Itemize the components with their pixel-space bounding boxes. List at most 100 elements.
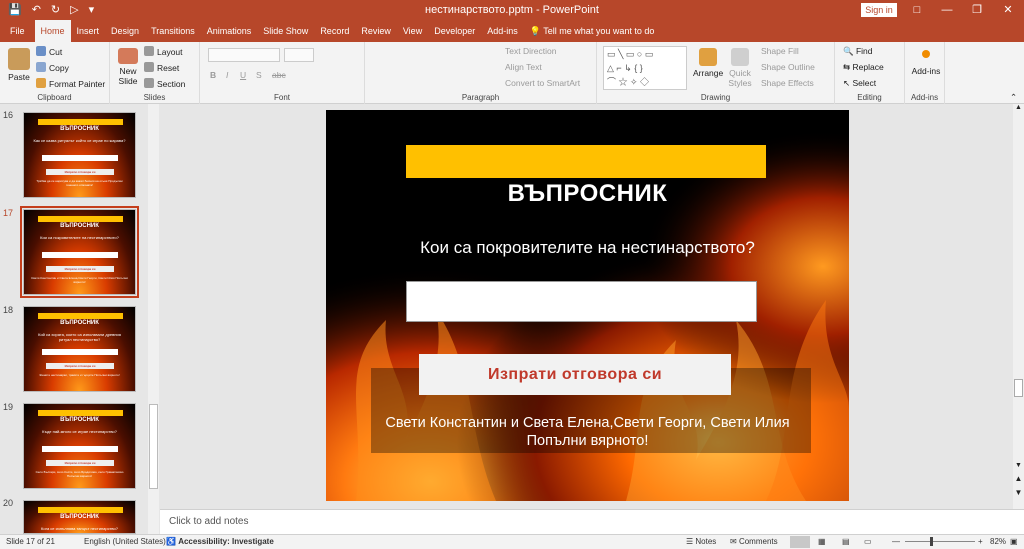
thumb-answer: Трябва да се нарисува и да кажат бесния …	[36, 179, 123, 187]
cut-button[interactable]: Cut	[36, 46, 62, 57]
normal-view-icon[interactable]	[790, 536, 810, 548]
font-name-combo[interactable]	[208, 48, 280, 62]
reset-button[interactable]: Reset	[144, 62, 179, 73]
tab-view[interactable]: View	[397, 20, 428, 42]
slide-scrollbar[interactable]: ▲ ▼ ▲ ▼	[1013, 104, 1024, 509]
collapse-ribbon-icon[interactable]: ⌃	[1010, 92, 1017, 103]
answer-input[interactable]	[406, 281, 757, 322]
thumb-button: Изпрати отговора си	[46, 460, 114, 466]
align-text-button[interactable]: Align Text	[505, 62, 542, 72]
slide-thumbnail-17[interactable]: ВЪПРОСНИК Кои са покровителите на нестин…	[20, 206, 139, 298]
tab-add-ins[interactable]: Add-ins	[481, 20, 524, 42]
section-icon	[144, 78, 154, 88]
new-slide-button[interactable]: New Slide	[114, 48, 142, 86]
thumb-number: 18	[3, 305, 14, 315]
bold-icon[interactable]: B	[210, 70, 216, 80]
restore-icon[interactable]: ❐	[962, 0, 992, 20]
copy-button[interactable]: Copy	[36, 62, 69, 73]
addins-button[interactable]: Add-ins	[909, 48, 943, 76]
next-slide-icon[interactable]: ▼	[1013, 488, 1024, 500]
tab-design[interactable]: Design	[105, 20, 145, 42]
copy-icon	[36, 62, 46, 72]
previous-slide-icon[interactable]: ▲	[1013, 474, 1024, 486]
slide-show-icon[interactable]: ▭	[864, 537, 872, 546]
ribbon-display-options-icon[interactable]: □	[902, 0, 932, 20]
select-button[interactable]: ↖ Select	[843, 78, 876, 89]
thumbnails-scroll-thumb[interactable]	[149, 404, 158, 489]
zoom-out-icon[interactable]: —	[892, 537, 900, 546]
thumb-title: ВЪПРОСНИК	[60, 320, 99, 326]
tab-record[interactable]: Record	[314, 20, 355, 42]
zoom-slider[interactable]	[905, 541, 975, 542]
thumb-yellow-bar	[38, 507, 123, 513]
shapes-gallery[interactable]: ▭ ╲ ▭ ○ ▭ △ ⌐ ↳ { } ⌒ ☆ ✧ ◇	[603, 46, 687, 90]
italic-icon[interactable]: I	[226, 70, 228, 80]
zoom-in-icon[interactable]: +	[978, 537, 983, 546]
shape-effects-button[interactable]: Shape Effects	[761, 78, 814, 88]
tab-transitions[interactable]: Transitions	[145, 20, 201, 42]
comments-button[interactable]: ✉ Comments	[730, 537, 778, 546]
replace-button[interactable]: ⇆ Replace	[843, 62, 884, 73]
sign-in-button[interactable]: Sign in	[861, 3, 897, 17]
quick-styles-button[interactable]: Quick Styles	[725, 48, 755, 88]
slide-sorter-icon[interactable]: ▦	[818, 537, 826, 546]
thumb-question: Кой са хората, които са използвали древн…	[38, 332, 121, 342]
thumb-title: ВЪПРОСНИК	[60, 223, 99, 229]
submit-answer-button[interactable]: Изпрати отговора си	[419, 354, 731, 395]
paste-icon	[8, 48, 30, 70]
notes-placeholder: Click to add notes	[169, 516, 249, 527]
answer-line-2: Попълни вярното!	[526, 433, 649, 449]
drawing-group: ▭ ╲ ▭ ○ ▭ △ ⌐ ↳ { } ⌒ ☆ ✧ ◇ Arrange Quick …	[597, 42, 835, 104]
zoom-slider-thumb[interactable]	[930, 537, 933, 546]
tell-me-box[interactable]: 💡 Tell me what you want to do	[524, 20, 661, 42]
shape-outline-button[interactable]: Shape Outline	[761, 62, 815, 72]
addins-label: Add-ins	[910, 93, 939, 102]
shadow-icon[interactable]: S	[256, 70, 262, 80]
thumb-input	[42, 252, 118, 258]
paste-button[interactable]: Paste	[5, 48, 33, 82]
convert-smartart-button[interactable]: Convert to SmartArt	[505, 78, 580, 88]
tab-developer[interactable]: Developer	[428, 20, 481, 42]
thumb-yellow-bar	[38, 119, 123, 125]
tab-review[interactable]: Review	[355, 20, 397, 42]
minimize-icon[interactable]: —	[932, 0, 962, 20]
tab-file[interactable]: File	[0, 20, 35, 42]
text-direction-button[interactable]: Text Direction	[505, 46, 557, 56]
slide-title: ВЪПРОСНИК	[507, 180, 668, 207]
tab-slide-show[interactable]: Slide Show	[257, 20, 314, 42]
section-button[interactable]: Section	[144, 78, 185, 89]
find-button[interactable]: 🔍 Find	[843, 46, 873, 57]
slide-thumbnail-16[interactable]: ВЪПРОСНИК Как се казва ритуалът който се…	[23, 112, 136, 198]
scroll-down-icon[interactable]: ▼	[1013, 462, 1024, 472]
format-painter-button[interactable]: Format Painter	[36, 78, 105, 89]
thumb-question: Кога се изпълнява танцът нестинарство?	[41, 526, 118, 531]
reading-view-icon[interactable]: ▤	[842, 537, 850, 546]
thumbnails-scrollbar[interactable]	[148, 104, 159, 534]
arrange-button[interactable]: Arrange	[693, 48, 723, 78]
font-label: Font	[273, 93, 290, 102]
slide-scroll-thumb[interactable]	[1014, 379, 1023, 397]
underline-icon[interactable]: U	[240, 70, 246, 80]
accessibility-status[interactable]: ♿ Accessibility: Investigate	[166, 537, 274, 546]
current-slide[interactable]: ВЪПРОСНИК Кои са покровителите на нестин…	[326, 110, 849, 501]
close-icon[interactable]: ✕	[992, 0, 1024, 20]
font-size-combo[interactable]	[284, 48, 314, 62]
scroll-up-icon[interactable]: ▲	[1013, 104, 1024, 114]
slide-thumbnail-19[interactable]: ВЪПРОСНИК Къде най-много се играе нестин…	[23, 403, 136, 489]
zoom-level[interactable]: 82%	[990, 537, 1006, 546]
notes-pane[interactable]: Click to add notes	[160, 509, 1024, 534]
fit-slide-icon[interactable]: ▣	[1010, 537, 1018, 546]
tab-insert[interactable]: Insert	[71, 20, 106, 42]
slides-label: Slides	[143, 93, 166, 102]
scissors-icon	[36, 46, 46, 56]
language-indicator[interactable]: English (United States)	[84, 537, 166, 546]
tab-animations[interactable]: Animations	[201, 20, 258, 42]
slide-thumbnail-18[interactable]: ВЪПРОСНИК Кой са хората, които са използ…	[23, 306, 136, 392]
tab-home[interactable]: Home	[34, 20, 71, 42]
layout-button[interactable]: Layout	[144, 46, 183, 57]
slide-thumbnail-20[interactable]: ВЪПРОСНИК Кога се изпълнява танцът нести…	[23, 500, 136, 534]
notes-button[interactable]: ☰ Notes	[686, 537, 716, 546]
strikethrough-icon[interactable]: abc	[272, 70, 286, 80]
shape-fill-button[interactable]: Shape Fill	[761, 46, 799, 56]
thumb-answer: Жените нестинарки, траките и гърците Поп…	[39, 373, 120, 377]
